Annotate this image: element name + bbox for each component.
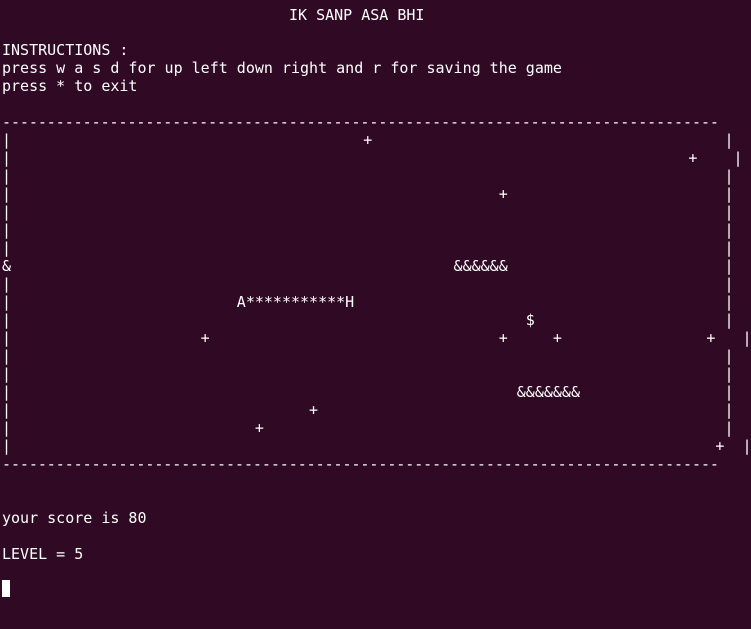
board-row: | | xyxy=(2,167,734,185)
level-text: LEVEL = 5 xyxy=(2,545,84,563)
board-row: | + | xyxy=(2,149,743,167)
board-row: | $ | xyxy=(2,311,734,329)
instructions-exit: press * to exit xyxy=(2,77,138,95)
instructions-controls: press w a s d for up left down right and… xyxy=(2,59,562,77)
board-bottom-border: ----------------------------------------… xyxy=(2,455,719,473)
board-top-border: ----------------------------------------… xyxy=(2,113,719,131)
board-row: | + | xyxy=(2,437,751,455)
board-row: | + | xyxy=(2,401,734,419)
score-text: your score is 80 xyxy=(2,509,147,527)
board-row: | | xyxy=(2,203,734,221)
terminal-cursor[interactable] xyxy=(2,580,10,597)
board-row: | | xyxy=(2,275,734,293)
board-row: | + | xyxy=(2,419,734,437)
board-row: | | xyxy=(2,221,734,239)
board-row: | &&&&&&& | xyxy=(2,383,734,401)
board-row: & &&&&&& | xyxy=(2,257,734,275)
board-row: | | xyxy=(2,239,734,257)
terminal-window: IK SANP ASA BHI INSTRUCTIONS : press w a… xyxy=(0,0,751,629)
board-row: | + | xyxy=(2,185,734,203)
board-row: | | xyxy=(2,347,734,365)
board-row: | + + + + | xyxy=(2,329,751,347)
board-row: | | xyxy=(2,365,734,383)
instructions-heading: INSTRUCTIONS : xyxy=(2,41,129,59)
board-row: | + | xyxy=(2,131,734,149)
board-row-snake: | A***********H | xyxy=(2,293,734,311)
game-title: IK SANP ASA BHI xyxy=(289,6,425,24)
